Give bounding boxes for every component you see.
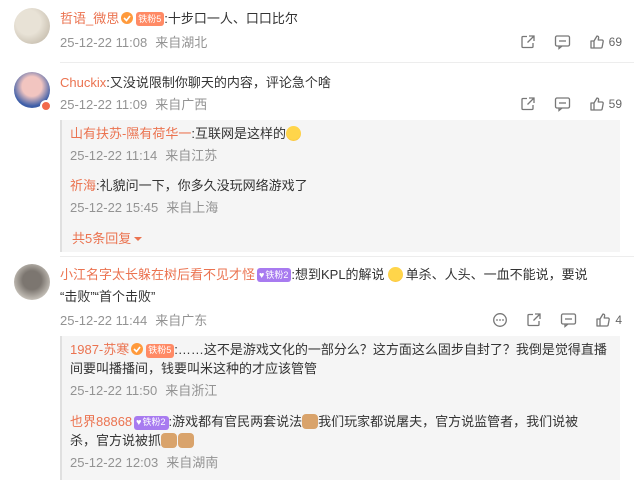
like-count: 59 (608, 97, 622, 111)
reply-meta: 25-12-22 12:03 来自湖南 (70, 454, 578, 472)
timestamp: 25-12-22 11:50 (70, 383, 158, 398)
share-button[interactable] (520, 34, 536, 50)
timestamp: 25-12-22 11:14 (70, 148, 158, 163)
location: 来自湖南 (166, 455, 219, 470)
timestamp: 25-12-22 11:44 (60, 313, 148, 328)
comment-icon (554, 35, 570, 50)
share-icon (520, 35, 535, 49)
reply-username-link[interactable]: 1987-苏寒 (70, 342, 129, 357)
location: 来自湖北 (155, 35, 208, 50)
laugh-emoji-icon (387, 267, 403, 282)
comment-actions: 59 (520, 96, 622, 112)
more-replies-link[interactable]: 共5条回复 (72, 228, 143, 247)
username-link[interactable]: Chuckix (60, 75, 106, 90)
comment-text: :又没说限制你聊天的内容，评论急个啥 (106, 75, 331, 90)
reply-text-cont: 我们玩家都说屠夫，官方说监管者，我们说被 (318, 414, 579, 429)
like-count: 69 (608, 35, 622, 49)
fan-icon (131, 343, 144, 355)
more-button[interactable] (492, 312, 508, 328)
cat-emoji-icon (178, 433, 195, 448)
like-button[interactable]: 59 (589, 96, 622, 112)
location: 来自广东 (155, 313, 208, 328)
reply-meta: 25-12-22 11:14 来自江苏 (70, 147, 301, 165)
reply-text-line2: 间要叫播播间，钱要叫米这种的才应该管管 (70, 361, 318, 376)
fan-icon (121, 12, 134, 24)
reply-item: 祈海:礼貌问一下，你多久没玩网络游戏了 25-12-22 15:45 来自上海 (70, 176, 308, 217)
divider (60, 256, 634, 257)
location: 来自广西 (155, 97, 208, 112)
comment-item: 哲语_微思 铁粉5:十步口一人、口口比尔 25-12-22 11:08 来自湖北 6… (0, 0, 634, 60)
share-icon (520, 97, 535, 111)
comment-actions: 4 (492, 312, 622, 328)
location: 来自浙江 (165, 383, 218, 398)
reply-meta: 25-12-22 15:45 来自上海 (70, 199, 308, 217)
reply-text-line2: 杀，官方说被抓 (70, 433, 162, 448)
cat-emoji-icon (161, 433, 178, 448)
location: 来自江苏 (165, 148, 218, 163)
avatar[interactable] (14, 8, 50, 44)
like-icon (596, 313, 611, 327)
reply-item: 也界88868 ♥ 铁粉2:游戏都有官民两套说法 我们玩家都说屠夫，官方说监管者，我们… (70, 412, 578, 472)
fan-badge: ♥ 铁粉2 (257, 268, 292, 282)
comment-meta: 25-12-22 11:08 来自湖北 (60, 34, 215, 52)
share-icon (527, 313, 541, 327)
reply-text: :互联网是这样的 (191, 126, 286, 141)
comment-button[interactable] (560, 312, 577, 328)
timestamp: 25-12-22 11:08 (60, 35, 148, 50)
reply-meta: 25-12-22 11:50 来自浙江 (70, 382, 607, 400)
timestamp: 25-12-22 15:45 (70, 200, 159, 215)
comment-button[interactable] (554, 34, 571, 50)
share-button[interactable] (526, 312, 542, 328)
comment-text: :十步口一人、口口比尔 (164, 11, 298, 26)
reply-text: :游戏都有官民两套说法 (168, 414, 303, 429)
comment-text-line2: “击败”“首个击败” (60, 289, 156, 304)
like-button[interactable]: 69 (589, 34, 622, 50)
chevron-down-icon (134, 237, 143, 241)
username-link[interactable]: 哲语_微思 (60, 11, 119, 26)
comment-text-cont: 单杀、人头、一血不能说，要说 (405, 267, 588, 282)
comment-item: Chuckix:又没说限制你聊天的内容，评论急个啥 25-12-22 11:09… (0, 64, 634, 254)
divider (60, 62, 634, 63)
reply-text: :礼貌问一下，你多久没玩网络游戏了 (96, 178, 308, 193)
blush-emoji-icon (285, 126, 301, 141)
like-count: 4 (615, 313, 622, 327)
comment-icon (561, 313, 577, 328)
share-button[interactable] (520, 96, 536, 112)
reply-username-link[interactable]: 祈海 (70, 178, 96, 193)
fan-badge: 铁粉5 (146, 343, 175, 358)
reply-username-link[interactable]: 也界88868 (70, 414, 132, 429)
comment-meta: 25-12-22 11:09 来自广西 (60, 96, 215, 114)
reply-list: 山有扶苏-隰有荷华一:互联网是这样的 25-12-22 11:14 来自江苏 祈海… (60, 120, 620, 252)
avatar[interactable] (14, 264, 50, 300)
comment-item: 小江名字太长躲在树后看不见才怪 ♥ 铁粉2:想到KPL的解说 单杀、人头、一血不能说，… (0, 258, 634, 480)
cat-emoji-icon (302, 414, 319, 429)
comment-actions: 69 (520, 34, 622, 50)
comment-icon (554, 97, 570, 112)
comment-button[interactable] (554, 96, 571, 112)
verified-badge-icon (40, 100, 52, 112)
more-icon (493, 313, 508, 327)
like-icon (589, 97, 604, 111)
timestamp: 25-12-22 11:09 (60, 97, 148, 112)
timestamp: 25-12-22 12:03 (70, 455, 159, 470)
like-icon (589, 35, 604, 49)
reply-text: :……这不是游戏文化的一部分么？这方面这么固步自封了？我倒是觉得直播 (174, 342, 607, 357)
reply-item: 山有扶苏-隰有荷华一:互联网是这样的 25-12-22 11:14 来自江苏 (70, 124, 301, 165)
like-button[interactable]: 4 (595, 312, 622, 328)
comment-text: :想到KPL的解说 (291, 267, 385, 282)
reply-item: 1987-苏寒 铁粉5:……这不是游戏文化的一部分么？这方面这么固步自封了？我倒是… (70, 340, 607, 400)
location: 来自上海 (166, 200, 219, 215)
reply-username-link[interactable]: 山有扶苏-隰有荷华一 (70, 126, 191, 141)
reply-list: 1987-苏寒 铁粉5:……这不是游戏文化的一部分么？这方面这么固步自封了？我倒是… (60, 336, 620, 480)
fan-badge: 铁粉5 (136, 12, 165, 26)
fan-badge: ♥ 铁粉2 (134, 415, 169, 430)
comment-meta: 25-12-22 11:44 来自广东 (60, 312, 215, 330)
username-link[interactable]: 小江名字太长躲在树后看不见才怪 (60, 267, 255, 282)
